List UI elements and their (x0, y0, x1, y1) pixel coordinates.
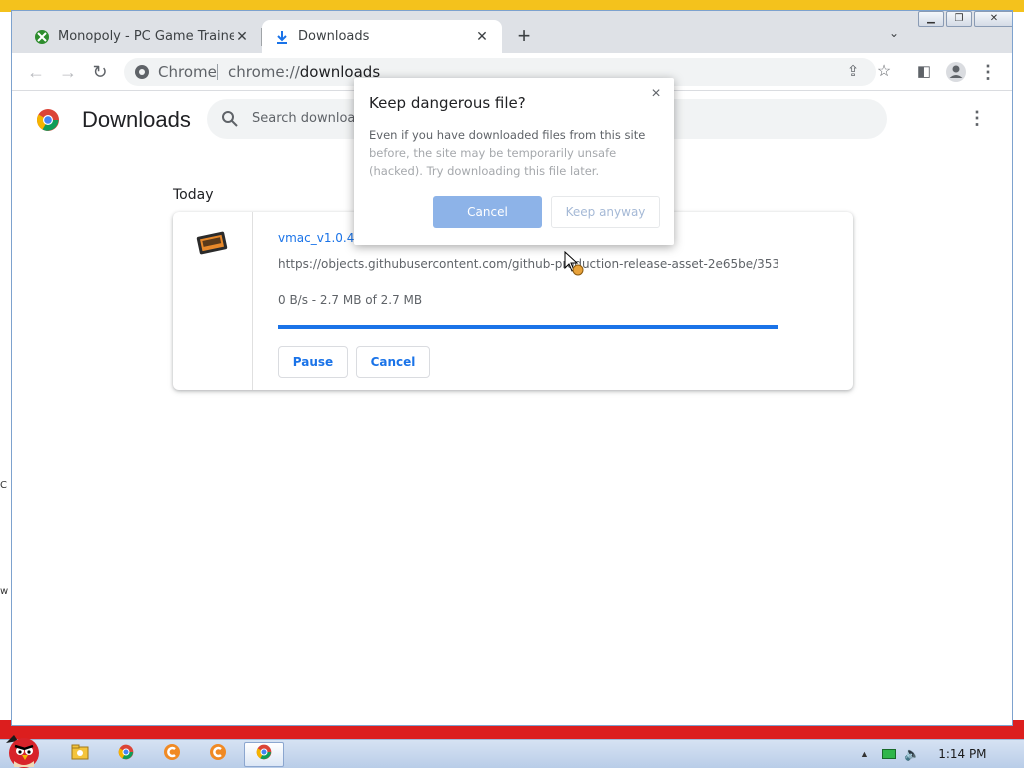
profile-icon[interactable] (944, 60, 968, 84)
download-icon (274, 29, 290, 45)
side-panel-icon[interactable]: ◧ (912, 60, 936, 84)
chrome-icon (118, 744, 134, 765)
new-tab-button[interactable]: + (512, 25, 536, 49)
dialog-message: Even if you have downloaded files from t… (369, 126, 659, 180)
system-tray: ▲ 🔈 1:14 PM (860, 746, 987, 762)
minimize-icon[interactable]: ▁ (918, 11, 944, 27)
show-hidden-icons-icon[interactable]: ▲ (860, 749, 872, 759)
volume-icon[interactable]: 🔈 (904, 746, 920, 762)
tab-search-icon[interactable]: ⌄ (884, 26, 904, 46)
close-icon[interactable]: ✕ (474, 29, 490, 45)
tab-monopoly[interactable]: Monopoly - PC Game Trainer ( ✕ (22, 20, 262, 53)
site-label: Chrome (158, 63, 217, 81)
close-icon[interactable]: ✕ (234, 29, 250, 45)
divider (217, 64, 218, 80)
angry-bird-start-icon[interactable] (0, 731, 48, 768)
download-progress-bar (278, 325, 778, 329)
bookmark-star-icon[interactable]: ☆ (872, 60, 896, 84)
dialog-message-line: (hacked). Try downloading this file late… (369, 164, 600, 178)
executable-file-icon (195, 230, 229, 258)
taskbar-chrome[interactable] (106, 742, 146, 767)
chrome-site-icon (134, 64, 150, 80)
pause-button[interactable]: Pause (278, 346, 348, 378)
reload-icon[interactable]: ↻ (88, 60, 112, 84)
window-controls: ▁ ❐ ✕ (916, 11, 1012, 29)
taskbar-explorer[interactable] (60, 742, 100, 767)
dialog-message-line: Even if you have downloaded files from t… (369, 128, 646, 142)
dangerous-file-dialog: Keep dangerous file? × Even if you have … (354, 78, 674, 245)
taskbar-ccleaner[interactable] (152, 742, 192, 767)
mouse-cursor-icon (564, 250, 584, 277)
browser-window: Monopoly - PC Game Trainer ( ✕ Downloads… (11, 10, 1013, 726)
explorer-icon (71, 744, 89, 765)
xbox-icon (34, 29, 50, 45)
desktop-text-fragment: w (0, 586, 9, 597)
tab-downloads[interactable]: Downloads ✕ (262, 20, 502, 53)
taskbar-ccleaner[interactable] (198, 742, 238, 767)
back-icon[interactable]: ← (24, 60, 48, 84)
share-icon[interactable]: ⇪ (841, 60, 865, 84)
taskbar: ▲ 🔈 1:14 PM (0, 735, 1024, 768)
more-actions-icon[interactable]: ⋮ (968, 108, 986, 128)
restore-icon[interactable]: ❐ (946, 11, 972, 27)
chrome-logo-icon (36, 108, 60, 132)
chrome-icon (256, 744, 272, 765)
desktop-text-fragment: C (0, 480, 7, 491)
dialog-title: Keep dangerous file? (369, 94, 526, 112)
search-icon (221, 110, 239, 128)
section-date-header: Today (173, 187, 214, 203)
menu-icon[interactable]: ⋮ (976, 60, 1000, 84)
page-title: Downloads (82, 107, 191, 132)
ccleaner-icon (163, 743, 181, 766)
dialog-message-line: before, the site may be temporarily unsa… (369, 146, 617, 160)
tab-title: Monopoly - PC Game Trainer ( (58, 29, 234, 44)
tab-title: Downloads (298, 29, 370, 44)
dialog-cancel-button[interactable]: Cancel (433, 196, 542, 228)
taskbar-chrome-active[interactable] (244, 742, 284, 767)
download-status: 0 B/s - 2.7 MB of 2.7 MB (278, 293, 423, 307)
search-placeholder: Search downloads (252, 111, 371, 126)
network-icon[interactable] (882, 749, 896, 759)
download-url[interactable]: https://objects.githubusercontent.com/gi… (278, 257, 778, 271)
ccleaner-icon (209, 743, 227, 766)
progress-fill (278, 325, 778, 329)
cancel-download-button[interactable]: Cancel (356, 346, 430, 378)
close-icon[interactable]: × (648, 86, 664, 102)
forward-icon[interactable]: → (56, 60, 80, 84)
tab-strip: Monopoly - PC Game Trainer ( ✕ Downloads… (12, 11, 1012, 53)
close-window-icon[interactable]: ✕ (974, 11, 1012, 27)
file-icon-column (173, 212, 253, 390)
keep-anyway-button[interactable]: Keep anyway (551, 196, 660, 228)
clock[interactable]: 1:14 PM (938, 747, 986, 761)
